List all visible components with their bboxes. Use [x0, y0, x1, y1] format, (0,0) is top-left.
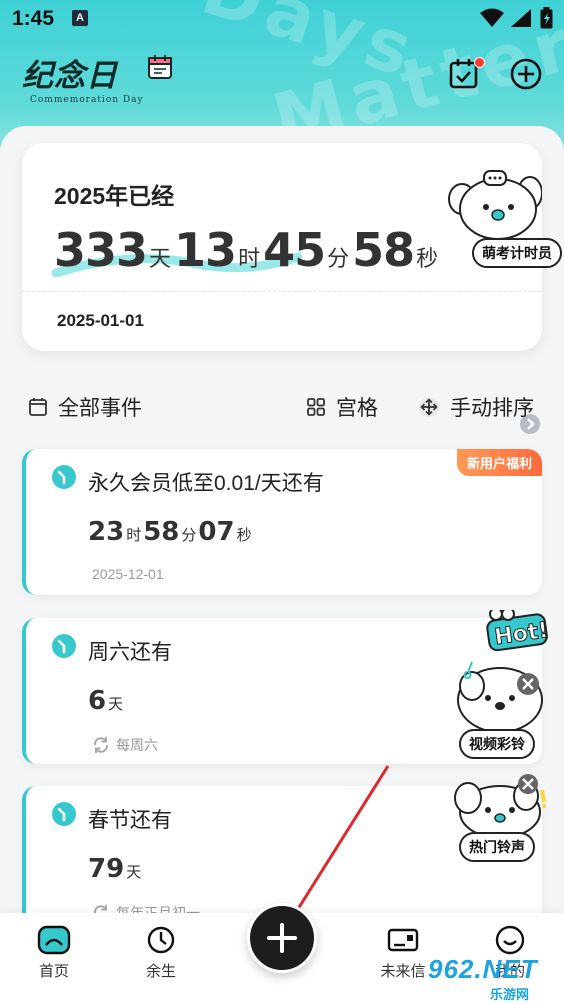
- countdown-hours: 23: [88, 517, 125, 547]
- add-circle-icon[interactable]: [510, 58, 542, 90]
- logo-title: 纪念日: [22, 58, 118, 93]
- event-countdown: 6天: [88, 686, 125, 716]
- seconds-value: 58: [352, 223, 415, 277]
- seconds-unit: 秒: [416, 246, 439, 271]
- home-icon: [37, 925, 71, 955]
- clock-icon: [52, 634, 76, 658]
- mail-icon: [387, 928, 419, 952]
- countdown-days: 79: [88, 854, 125, 884]
- event-countdown: 23 时58 分07 秒: [88, 517, 254, 547]
- countdown-minutes: 58: [143, 517, 180, 547]
- unit-minutes: 分: [181, 527, 197, 544]
- year-progress-card[interactable]: 2025年已经 333天13时45分58秒 2025-01-01: [22, 143, 542, 434]
- nav-yusheng-label: 余生: [145, 963, 176, 980]
- grid-view-toggle[interactable]: 宫格: [306, 392, 378, 422]
- calendar-icon: [29, 398, 47, 416]
- timer-icon: [147, 926, 175, 954]
- all-events-label: 全部事件: [58, 397, 142, 420]
- days-unit: 天: [149, 246, 172, 271]
- grid-label: 宫格: [336, 397, 378, 420]
- koala-mascot-icon[interactable]: [448, 163, 542, 239]
- mascot-label-video-ringtone[interactable]: 视频彩铃: [459, 729, 535, 759]
- minutes-unit: 分: [327, 246, 350, 271]
- site-watermark-text: 962.NET: [428, 954, 538, 984]
- event-title: 永久会员低至0.01/天还有: [88, 472, 324, 495]
- new-user-tag: 新用户福利: [456, 449, 542, 476]
- year-elapsed-counter: 333天13时45分58秒: [54, 223, 441, 277]
- repeat-icon: [93, 737, 109, 753]
- unit-hours: 时: [126, 527, 142, 544]
- hours-value: 13: [174, 223, 237, 277]
- unit-days: 天: [126, 864, 142, 881]
- days-value: 333: [54, 223, 148, 277]
- nav-future-label: 未来信: [380, 963, 426, 980]
- event-card[interactable]: 永久会员低至0.01/天还有 新用户福利 23 时58 分07 秒 2025-12-0…: [22, 449, 542, 595]
- wifi-icon: [480, 8, 504, 27]
- status-bar: 1:45 A: [0, 0, 564, 38]
- nav-home-label: 首页: [38, 963, 69, 980]
- site-watermark: 962.NET 乐游网: [428, 954, 564, 1004]
- event-repeat: 每周六: [92, 735, 158, 755]
- manual-sort-label: 手动排序: [450, 397, 534, 420]
- nav-home[interactable]: 首页: [24, 925, 84, 981]
- notification-dot: [474, 57, 485, 68]
- all-events-filter[interactable]: 全部事件: [28, 392, 142, 422]
- battery-icon: [540, 7, 553, 29]
- smile-icon: [495, 925, 525, 955]
- manual-sort-button[interactable]: 手动排序: [418, 392, 534, 422]
- popular-ringtone-mascot-icon[interactable]: [450, 774, 554, 840]
- logo-subtitle: Commemoration Day: [30, 95, 144, 105]
- notification-a-icon: A: [72, 10, 88, 26]
- add-event-button[interactable]: [247, 903, 317, 973]
- move-icon: [419, 397, 439, 417]
- nav-yusheng[interactable]: 余生: [131, 925, 191, 981]
- calendar-icon: [148, 55, 172, 79]
- countdown-seconds: 07: [198, 517, 235, 547]
- clock-icon: [52, 802, 76, 826]
- year-card-date: 2025-01-01: [57, 311, 144, 330]
- mascot-label-timer[interactable]: 萌考计时员: [472, 238, 562, 268]
- status-time: 1:45: [12, 7, 55, 30]
- event-title: 周六还有: [88, 641, 172, 664]
- minutes-value: 45: [263, 223, 326, 277]
- divider: [22, 291, 542, 292]
- unit-days: 天: [108, 696, 124, 713]
- grid-icon: [307, 398, 325, 416]
- hot-ringtone-mascot-icon[interactable]: Hot!: [452, 610, 556, 730]
- mascot-label-popular-ringtone[interactable]: 热门铃声: [459, 832, 535, 862]
- countdown-days: 6: [88, 686, 107, 716]
- year-card-title: 2025年已经: [54, 183, 175, 209]
- filter-bar: 全部事件 宫格 手动排序: [0, 388, 564, 424]
- signal-icon: [511, 9, 531, 27]
- event-date-text: 2025-12-01: [92, 566, 164, 582]
- plus-icon: [267, 923, 297, 953]
- nav-future-letter[interactable]: 未来信: [373, 925, 433, 981]
- event-title: 春节还有: [88, 809, 172, 832]
- hours-unit: 时: [238, 246, 261, 271]
- event-repeat-text: 每周六: [116, 737, 158, 753]
- unit-seconds: 秒: [236, 527, 252, 544]
- clock-icon: [52, 465, 76, 489]
- site-watermark-sub: 乐游网: [490, 987, 530, 1002]
- app-logo: 纪念日 Commemoration Day: [22, 50, 172, 105]
- event-date: 2025-12-01: [92, 566, 164, 582]
- event-countdown: 79 天: [88, 854, 143, 884]
